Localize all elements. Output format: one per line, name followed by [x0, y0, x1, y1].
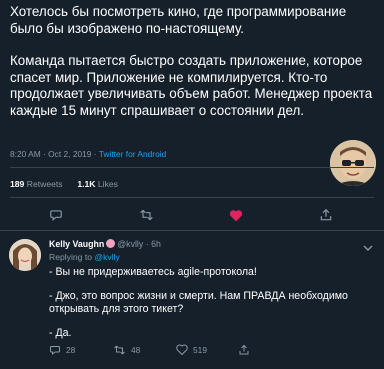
avatar[interactable] [330, 140, 376, 186]
retweet-button[interactable] [136, 205, 156, 225]
retweet-icon [114, 345, 125, 355]
divider [10, 167, 374, 168]
reply-paragraph: - Вы не придерживаетесь agile-протокола! [49, 266, 257, 278]
heart-icon [176, 344, 188, 355]
reply-actions: 28 48 519 [0, 344, 384, 360]
tweet-source-link[interactable]: Twitter for Android [99, 149, 167, 159]
share-icon [320, 208, 332, 221]
reply-retweet-button[interactable]: 48 [113, 344, 140, 356]
tweet-timestamp: 8:20 AM · Oct 2, 2019 · [10, 149, 99, 159]
tweet-stats: 189 Retweets 1.1K Likes [10, 179, 118, 189]
likes-count[interactable]: 1.1K [77, 179, 95, 189]
tweet-paragraph: Хотелось бы посмотреть кино, где програм… [10, 4, 347, 36]
avatar[interactable] [9, 239, 41, 271]
retweets-count[interactable]: 189 [10, 179, 24, 189]
share-button[interactable] [316, 205, 336, 225]
retweet-icon [139, 209, 153, 221]
reply-reply-button[interactable]: 28 [49, 344, 75, 356]
reply-reply-count: 28 [66, 345, 76, 355]
replying-prefix: Replying to [49, 252, 95, 262]
reply-button[interactable] [46, 205, 66, 225]
heart-icon [229, 209, 243, 221]
tweet-meta: 8:20 AM · Oct 2, 2019 · Twitter for Andr… [10, 149, 166, 159]
reply-header: Kelly Vaughn @kvlly · 6h [49, 239, 161, 249]
main-tweet: Хотелось бы посмотреть кино, где програм… [0, 0, 384, 221]
reply-like-count: 519 [193, 344, 207, 355]
tweet-actions [0, 205, 384, 225]
tweet-paragraph: Команда пытается быстро создать приложен… [10, 53, 373, 118]
reply-text: - Вы не придерживаетесь agile-протокола!… [49, 266, 369, 340]
replying-handle-link[interactable]: @kvlly [94, 252, 119, 262]
reply-paragraph: - Джо, это вопрос жизни и смерти. Нам ПР… [49, 289, 348, 316]
replying-to: Replying to @kvlly [49, 252, 120, 262]
emoji-badge-icon [106, 239, 116, 248]
chevron-down-icon [363, 245, 373, 251]
reply-like-button[interactable]: 519 [176, 344, 207, 355]
reply-author-name[interactable]: Kelly Vaughn [49, 239, 104, 249]
reply-icon [50, 210, 62, 221]
share-icon [239, 344, 249, 355]
reply-icon [50, 346, 60, 356]
reply-tweet[interactable]: Kelly Vaughn @kvlly · 6h Replying to @kvl… [0, 231, 384, 369]
tweet-menu-button[interactable] [363, 239, 373, 257]
tweet-text: Хотелось бы посмотреть кино, где програм… [10, 4, 374, 119]
reply-author-handle[interactable]: @kvlly · 6h [117, 239, 161, 249]
reply-paragraph: - Да. [49, 326, 72, 339]
reply-retweet-count: 48 [131, 345, 141, 355]
retweets-label[interactable]: Retweets [27, 179, 63, 189]
divider [10, 197, 374, 198]
likes-label[interactable]: Likes [98, 179, 118, 189]
like-button[interactable] [226, 205, 246, 225]
reply-share-button[interactable] [238, 344, 250, 356]
